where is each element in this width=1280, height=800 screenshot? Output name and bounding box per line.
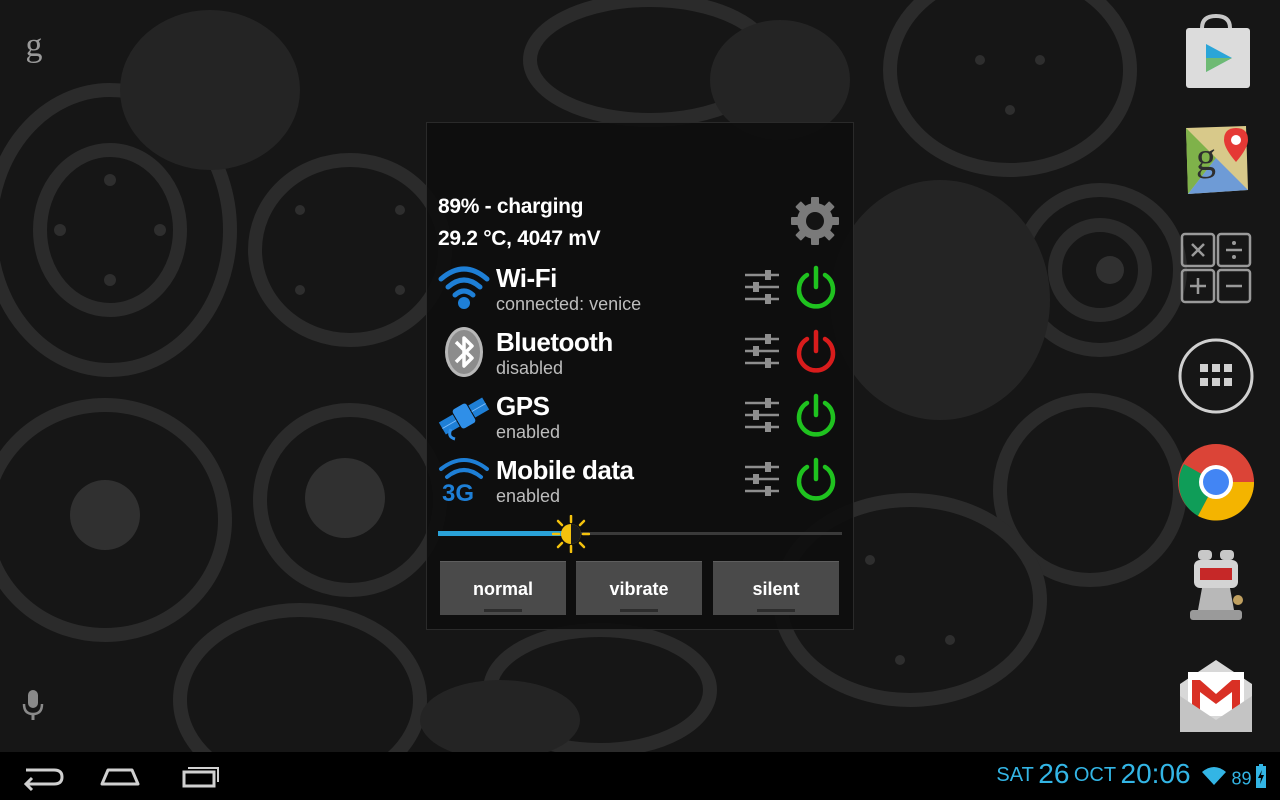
bluetooth-icon xyxy=(437,325,491,379)
gps-power-toggle-icon[interactable] xyxy=(793,393,839,439)
button-label: normal xyxy=(472,579,533,599)
system-bar: SAT 26 OCT 20:06 89 xyxy=(0,752,1280,800)
toggle-status: enabled xyxy=(496,422,561,442)
mode-indicator xyxy=(484,609,522,612)
wifi-settings-sliders-icon[interactable] xyxy=(743,269,781,305)
mode-indicator xyxy=(620,609,658,612)
brightness-slider[interactable] xyxy=(438,514,842,555)
button-label: vibrate xyxy=(609,579,669,599)
maps-icon[interactable]: g xyxy=(1176,118,1256,198)
bluetooth-settings-sliders-icon[interactable] xyxy=(743,333,781,369)
battery-details: 29.2 °C, 4047 mV xyxy=(438,227,601,250)
settings-gear-icon[interactable] xyxy=(789,195,841,247)
toggle-status: enabled xyxy=(496,486,561,506)
toggle-row-bluetooth: Bluetooth disabled xyxy=(427,325,853,389)
battery-status: 89% - charging xyxy=(438,195,584,218)
sound-mode-silent-button[interactable]: silent xyxy=(713,561,839,615)
google-search-icon[interactable]: g xyxy=(18,26,50,66)
status-month: OCT xyxy=(1073,764,1117,786)
toggle-name: Mobile data xyxy=(496,455,634,485)
voice-search-icon[interactable] xyxy=(18,684,48,724)
gps-satellite-icon xyxy=(437,389,491,443)
home-icon[interactable] xyxy=(90,758,150,794)
mobile-data-settings-sliders-icon[interactable] xyxy=(743,461,781,497)
gmail-icon[interactable] xyxy=(1176,656,1256,736)
mobile-data-3g-icon: 3G xyxy=(437,453,491,507)
status-day: SAT xyxy=(996,764,1034,786)
sound-mode-normal-button[interactable]: normal xyxy=(440,561,566,615)
calculator-icon[interactable] xyxy=(1176,228,1256,308)
robot-app-icon[interactable] xyxy=(1176,548,1256,628)
wifi-power-toggle-icon[interactable] xyxy=(793,265,839,311)
toggle-status: connected: venice xyxy=(496,294,642,314)
wifi-status-icon xyxy=(1201,766,1227,791)
toggle-status: disabled xyxy=(496,358,564,378)
battery-level-text: 89 xyxy=(1231,768,1252,789)
button-label: silent xyxy=(752,579,800,599)
chrome-icon[interactable] xyxy=(1176,442,1256,522)
dock: g xyxy=(1170,0,1280,752)
brightness-sun-icon[interactable] xyxy=(551,514,591,554)
status-date: 26 xyxy=(1038,758,1070,789)
back-icon[interactable] xyxy=(14,758,74,794)
mobile-data-power-toggle-icon[interactable] xyxy=(793,457,839,503)
app-drawer-icon[interactable] xyxy=(1176,336,1256,416)
svg-text:3G: 3G xyxy=(442,480,474,507)
toggle-name: Wi-Fi xyxy=(496,263,557,293)
battery-charging-icon xyxy=(1256,764,1266,793)
gps-settings-sliders-icon[interactable] xyxy=(743,397,781,433)
bluetooth-power-toggle-icon[interactable] xyxy=(793,329,839,375)
toggle-row-mobile-data: 3G Mobile data enabled xyxy=(427,453,853,517)
toggle-row-wifi: Wi-Fi connected: venice xyxy=(427,261,853,325)
svg-text:g: g xyxy=(1196,134,1216,179)
system-toggles-widget: 89% - charging 29.2 °C, 4047 mV Wi-Fi co… xyxy=(427,123,853,629)
status-time: 20:06 xyxy=(1120,758,1191,789)
wifi-icon xyxy=(437,261,491,315)
mode-indicator xyxy=(757,609,795,612)
sound-mode-vibrate-button[interactable]: vibrate xyxy=(576,561,702,615)
toggle-row-gps: GPS enabled xyxy=(427,389,853,453)
recent-apps-icon[interactable] xyxy=(170,758,230,794)
toggle-name: Bluetooth xyxy=(496,327,613,357)
toggle-name: GPS xyxy=(496,391,550,421)
play-store-icon[interactable] xyxy=(1176,10,1256,90)
status-clock-area[interactable]: SAT 26 OCT 20:06 89 xyxy=(996,752,1266,800)
